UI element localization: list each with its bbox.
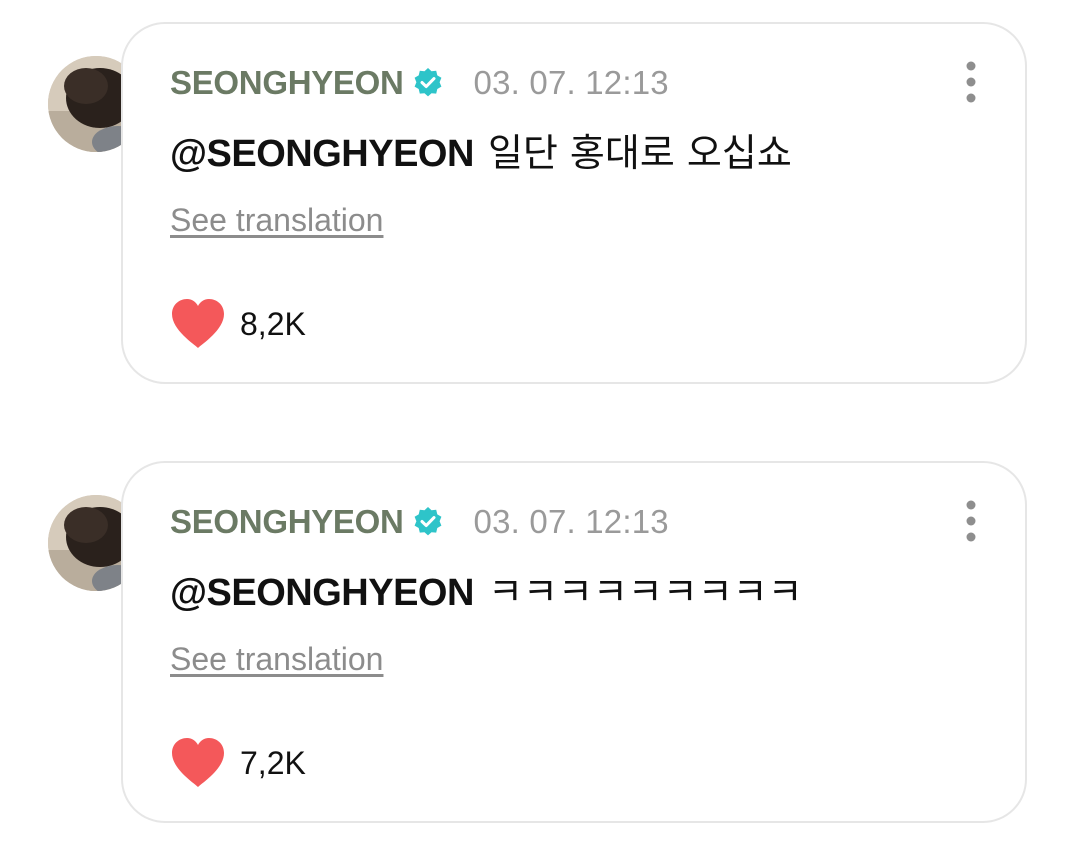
username[interactable]: SEONGHYEON <box>170 64 404 102</box>
like-button[interactable]: 8,2K <box>170 298 306 350</box>
see-translation-link[interactable]: See translation <box>170 202 383 239</box>
mention-link[interactable]: @SEONGHYEON <box>170 572 474 614</box>
verified-badge-icon <box>412 67 444 99</box>
comment-header: SEONGHYEON 03. 07. 12:13 <box>170 62 669 104</box>
comment-text: @SEONGHYEON 일단 홍대로 오십쇼 <box>170 130 792 177</box>
like-count: 8,2K <box>240 305 306 342</box>
like-button[interactable]: 7,2K <box>170 737 306 789</box>
more-vertical-icon[interactable] <box>965 499 977 543</box>
see-translation-link[interactable]: See translation <box>170 641 383 678</box>
comment-item: SEONGHYEON 03. 07. 12:13 @SEONGHYEON ㅋㅋㅋㅋ… <box>0 459 1080 829</box>
heart-icon[interactable] <box>170 298 226 350</box>
comment-item: SEONGHYEON 03. 07. 12:13 @SEONGHYEON 일단 홍… <box>0 20 1080 390</box>
comment-body: 일단 홍대로 오십쇼 <box>487 131 792 175</box>
more-vertical-icon[interactable] <box>965 60 977 104</box>
heart-icon[interactable] <box>170 737 226 789</box>
comment-header: SEONGHYEON 03. 07. 12:13 <box>170 501 669 543</box>
mention-link[interactable]: @SEONGHYEON <box>170 133 474 175</box>
comment-body: ㅋㅋㅋㅋㅋㅋㅋㅋㅋ <box>487 570 803 614</box>
username[interactable]: SEONGHYEON <box>170 503 404 541</box>
timestamp: 03. 07. 12:13 <box>473 503 669 540</box>
comment-bubble: SEONGHYEON 03. 07. 12:13 @SEONGHYEON ㅋㅋㅋㅋ… <box>121 461 1027 823</box>
verified-badge-icon <box>412 506 444 538</box>
like-count: 7,2K <box>240 744 306 781</box>
comment-text: @SEONGHYEON ㅋㅋㅋㅋㅋㅋㅋㅋㅋ <box>170 569 803 616</box>
timestamp: 03. 07. 12:13 <box>473 64 669 101</box>
comment-bubble: SEONGHYEON 03. 07. 12:13 @SEONGHYEON 일단 홍… <box>121 22 1027 384</box>
